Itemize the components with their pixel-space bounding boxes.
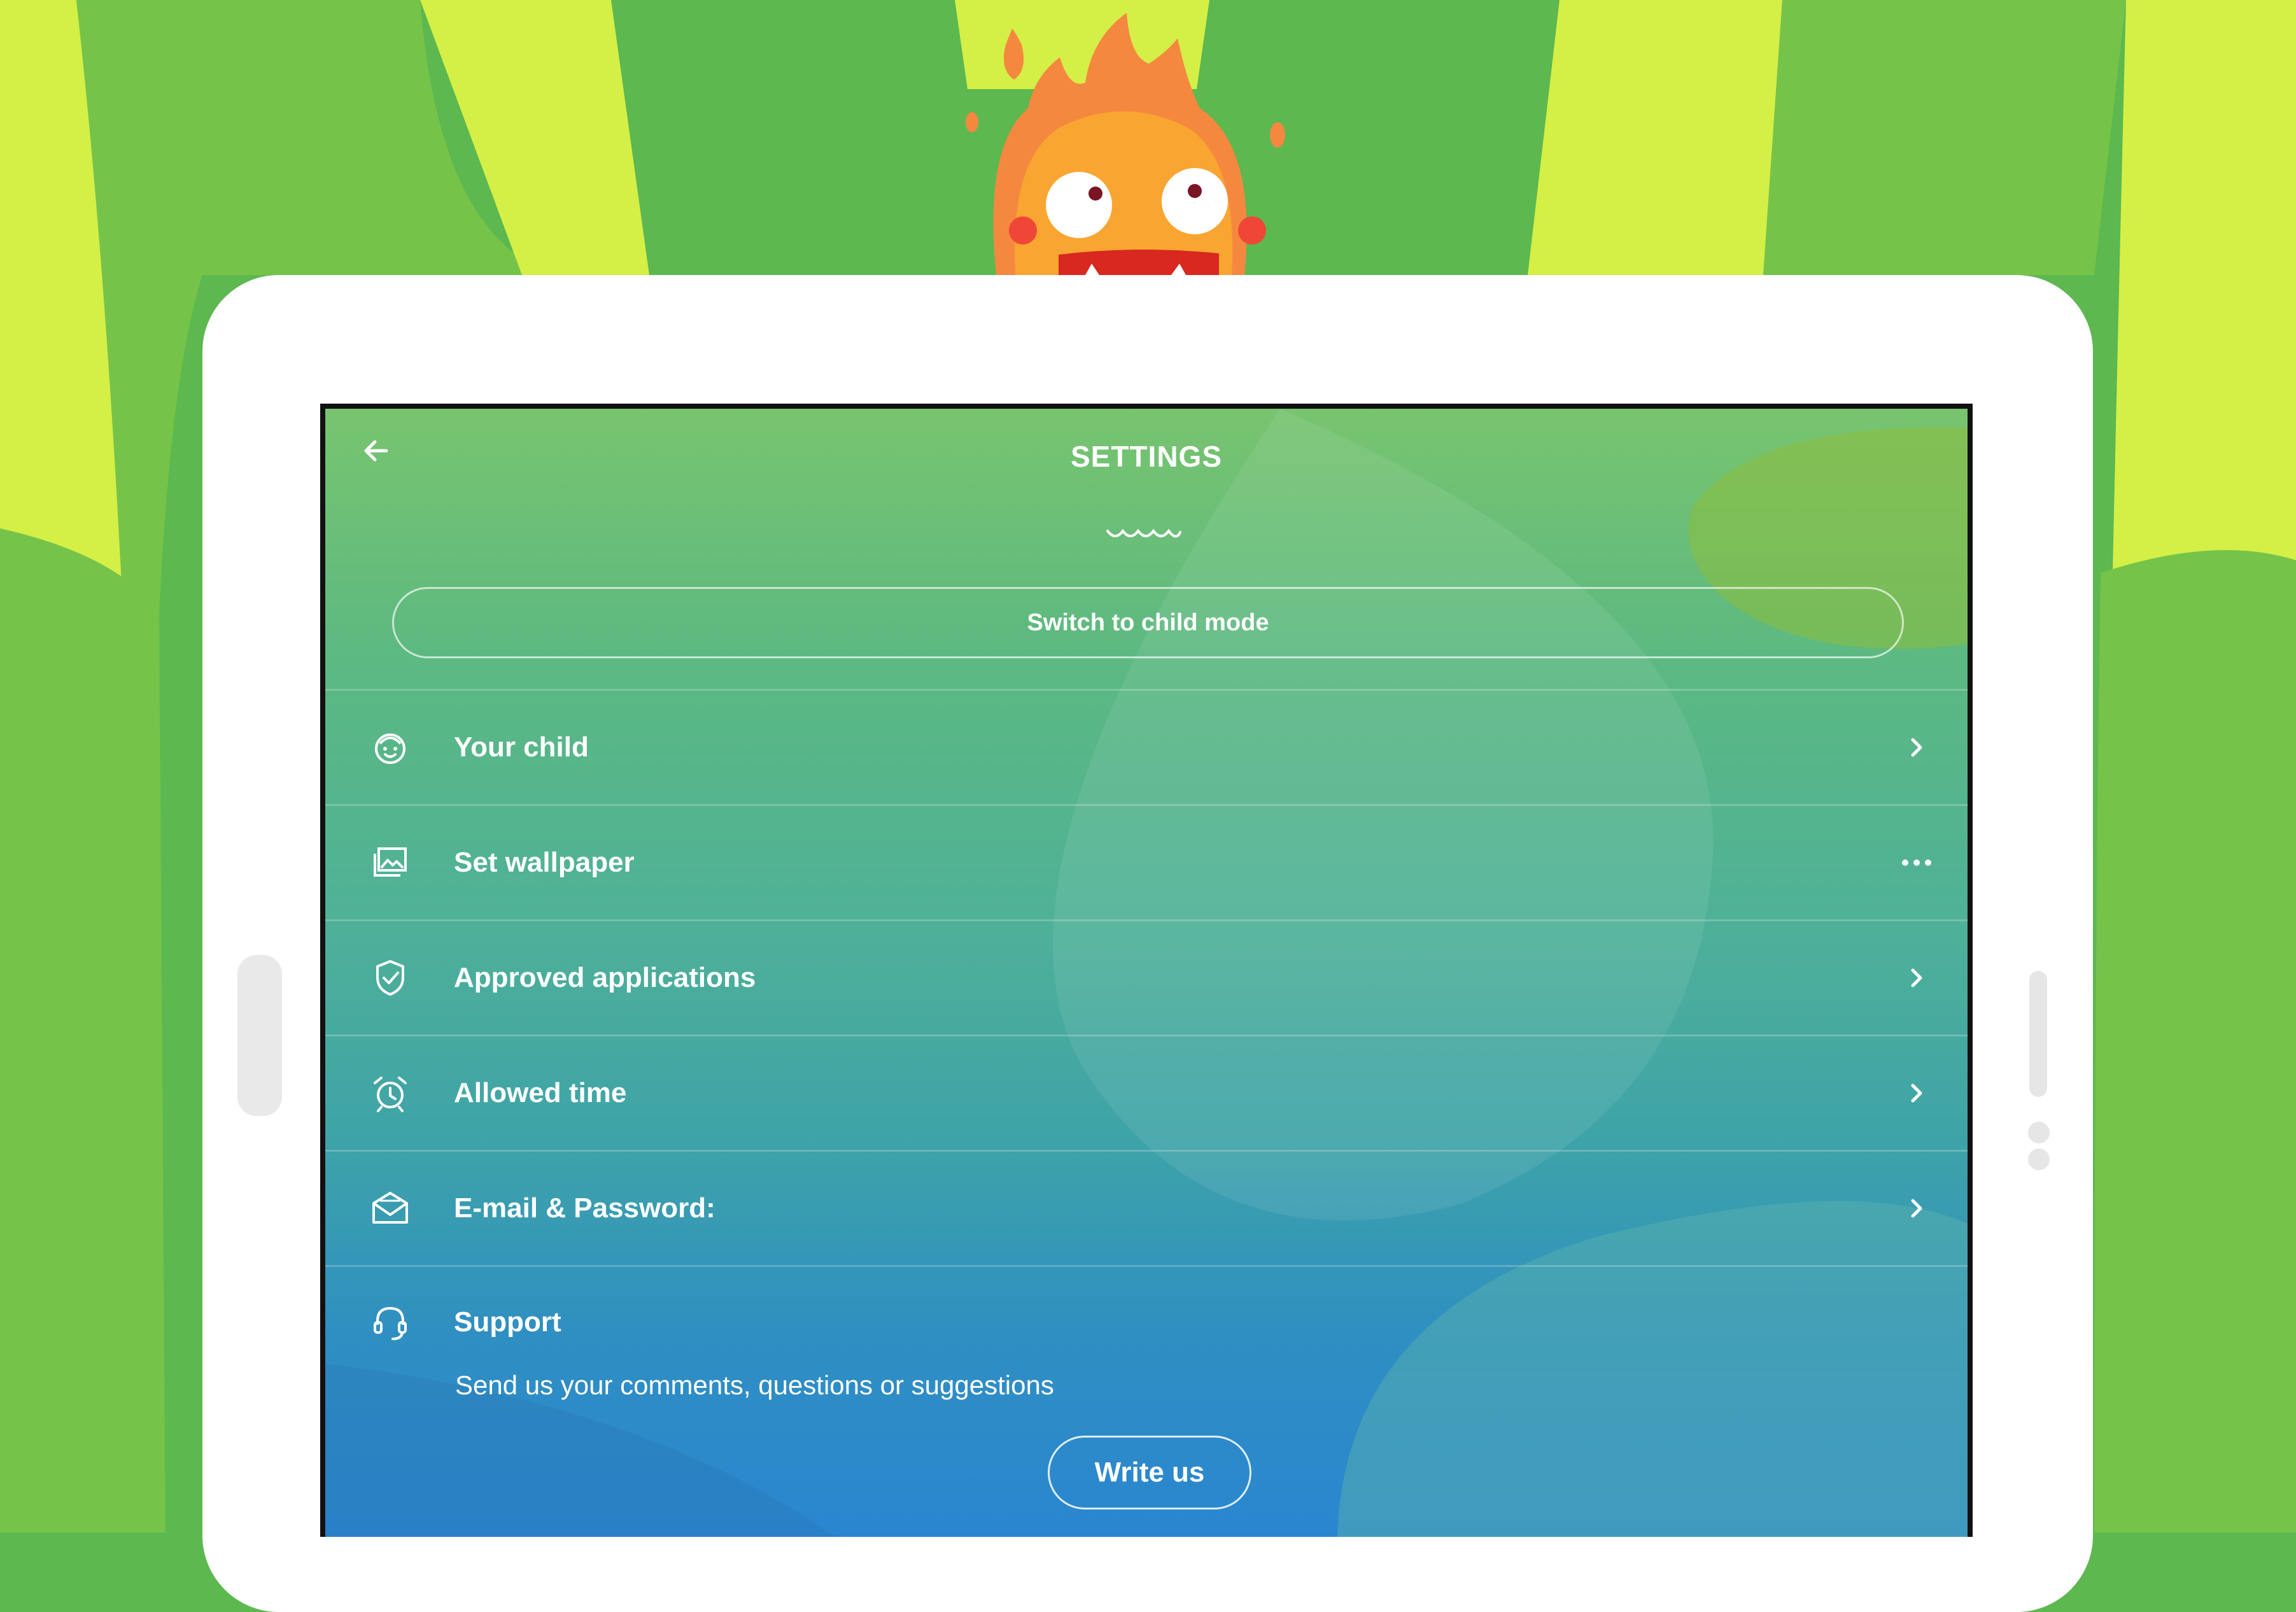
menu-item-your-child[interactable]: Your child: [325, 689, 1968, 804]
wave-divider: [1106, 528, 1181, 538]
chevron-right-icon: [1911, 968, 1922, 987]
chevron-right-icon: [1911, 1084, 1922, 1103]
envelope-icon: [372, 1192, 408, 1224]
alarm-clock-icon: [374, 1077, 407, 1112]
menu-item-label: Approved applications: [454, 962, 756, 993]
more-dots-icon[interactable]: [1901, 856, 1933, 869]
image-gallery-icon: [374, 847, 407, 877]
support-section: Support Send us your comments, questions…: [325, 1265, 1968, 1534]
tablet-camera-dot: [2028, 1122, 2050, 1143]
menu-item-allowed-time[interactable]: Allowed time: [325, 1035, 1968, 1150]
support-description: Send us your comments, questions or sugg…: [455, 1370, 1054, 1400]
write-us-button[interactable]: Write us: [1048, 1436, 1251, 1509]
menu-item-label: Set wallpaper: [454, 847, 635, 878]
tablet-side-button: [237, 955, 282, 1116]
top-bar: SETTINGS: [325, 409, 1968, 491]
page-title: SETTINGS: [1070, 440, 1223, 473]
menu-item-label: E-mail & Password:: [454, 1192, 715, 1224]
shield-check-icon: [376, 960, 404, 996]
tablet-screen: SETTINGS Switch to child mode Your child: [320, 404, 1973, 1537]
headset-icon: [374, 1306, 407, 1340]
menu-item-label: Allowed time: [454, 1077, 627, 1108]
fire-monster-mascot: [966, 13, 1285, 275]
chevron-right-icon: [1911, 738, 1922, 757]
settings-menu: Your child Set wallpaper Approved applic…: [325, 689, 1968, 1534]
menu-item-label: Your child: [454, 732, 589, 763]
menu-item-email-password[interactable]: E-mail & Password:: [325, 1150, 1968, 1265]
chevron-right-icon: [1911, 1199, 1922, 1218]
child-face-icon: [375, 733, 405, 764]
menu-item-set-wallpaper[interactable]: Set wallpaper: [325, 804, 1968, 919]
settings-screen: SETTINGS Switch to child mode Your child: [325, 409, 1968, 1537]
tablet-side-slot: [2029, 971, 2047, 1097]
menu-item-approved-applications[interactable]: Approved applications: [325, 919, 1968, 1035]
support-title: Support: [454, 1306, 561, 1338]
switch-to-child-mode-button[interactable]: Switch to child mode: [392, 587, 1904, 658]
tablet-sensor-dot: [2028, 1149, 2050, 1170]
